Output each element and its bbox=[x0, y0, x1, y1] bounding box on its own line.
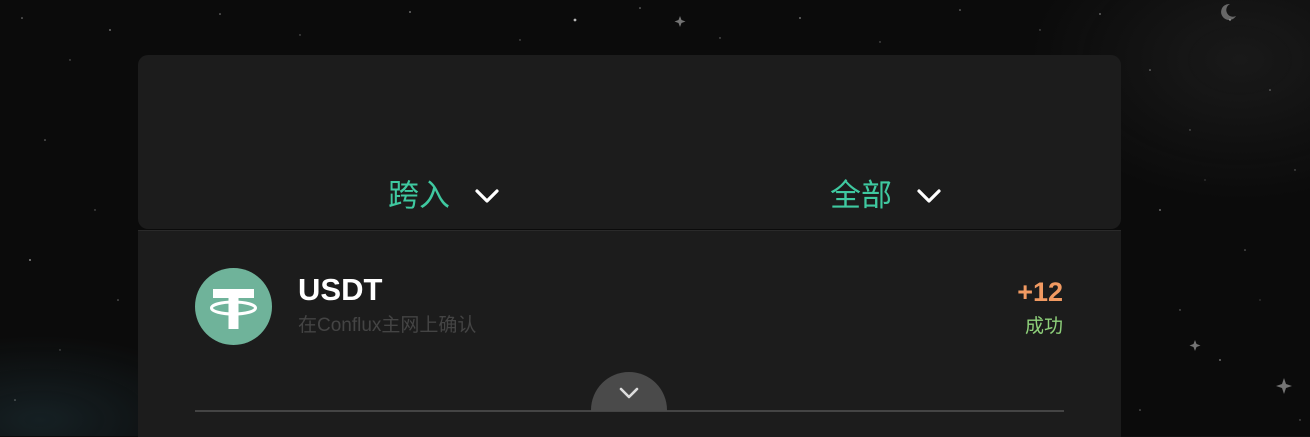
filter-panel: 跨入 全部 bbox=[138, 55, 1121, 229]
tether-icon bbox=[195, 268, 272, 345]
chevron-down-icon bbox=[917, 189, 941, 203]
status-badge: 成功 bbox=[1024, 316, 1063, 337]
direction-filter-dropdown[interactable]: 跨入 bbox=[388, 175, 502, 217]
status-filter-label: 全部 bbox=[830, 178, 892, 214]
token-name: USDT bbox=[298, 272, 383, 307]
chevron-down-icon bbox=[475, 189, 499, 203]
status-filter-dropdown[interactable]: 全部 bbox=[830, 175, 944, 217]
chevron-down-icon bbox=[619, 387, 639, 399]
transaction-list: USDT 在Conflux主网上确认 +12 成功 bbox=[138, 230, 1121, 437]
transaction-amount: +12 bbox=[1017, 277, 1063, 307]
direction-filter-label: 跨入 bbox=[388, 178, 450, 214]
transaction-description: 在Conflux主网上确认 bbox=[298, 315, 477, 336]
